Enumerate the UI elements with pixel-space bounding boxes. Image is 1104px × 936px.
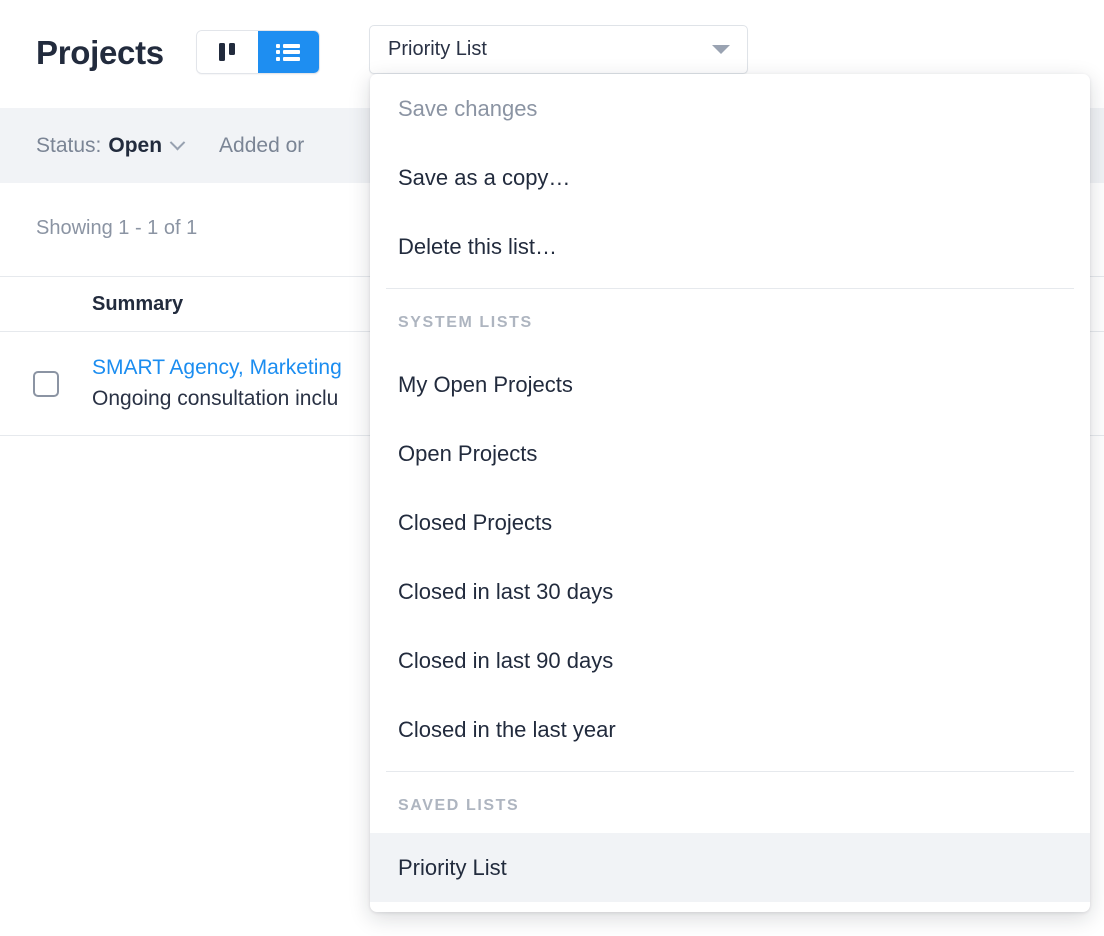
menu-item-open-projects[interactable]: Open Projects [370,419,1090,488]
menu-item-my-open-projects-label: My Open Projects [398,371,573,397]
menu-divider [386,288,1074,289]
menu-item-priority-list[interactable]: Priority List [370,833,1090,902]
menu-item-closed-last-30-days[interactable]: Closed in last 30 days [370,557,1090,626]
filter-added-on-label: Added or [219,133,305,157]
menu-item-priority-list-label: Priority List [398,854,507,880]
row-checkbox-cell [0,370,92,397]
menu-item-save-as-copy[interactable]: Save as a copy… [370,143,1090,212]
projects-page: Projects Priority List Status: Open Adde… [0,0,1104,936]
menu-item-closed-last-90-days[interactable]: Closed in last 90 days [370,626,1090,695]
filter-status[interactable]: Status: Open [36,133,186,158]
board-view-icon [219,43,236,61]
list-view-icon [276,43,301,61]
saved-list-dropdown-menu: Save changes Save as a copy… Delete this… [370,74,1090,912]
view-toggle-group [195,30,320,74]
results-count: Showing 1 - 1 of 1 [36,217,198,239]
menu-item-open-projects-label: Open Projects [398,440,538,466]
menu-item-my-open-projects[interactable]: My Open Projects [370,350,1090,419]
filter-status-value: Open [108,133,163,157]
page-title: Projects [36,33,164,71]
saved-list-selector[interactable]: Priority List [369,25,748,74]
board-view-button[interactable] [196,31,258,73]
menu-item-save-changes-label: Save changes [398,95,538,121]
menu-item-closed-projects-label: Closed Projects [398,509,553,535]
menu-group-system-lists: SYSTEM LISTS [398,314,533,331]
menu-item-closed-last-90-days-label: Closed in last 90 days [398,647,614,673]
menu-group-saved-lists: SAVED LISTS [398,797,520,814]
menu-item-closed-projects[interactable]: Closed Projects [370,488,1090,557]
saved-list-selector-value: Priority List [388,38,487,60]
menu-item-closed-last-year[interactable]: Closed in the last year [370,695,1090,764]
menu-item-closed-last-30-days-label: Closed in last 30 days [398,578,614,604]
filter-added-on[interactable]: Added or [219,134,304,158]
row-checkbox[interactable] [33,370,59,397]
chevron-down-icon [712,45,730,54]
filter-status-label: Status: [36,133,102,157]
chevron-down-icon [169,134,186,151]
menu-item-delete-list[interactable]: Delete this list… [370,212,1090,281]
menu-divider [386,771,1074,772]
menu-item-closed-last-year-label: Closed in the last year [398,716,616,742]
menu-item-save-as-copy-label: Save as a copy… [398,164,571,190]
menu-item-save-changes: Save changes [370,74,1090,143]
menu-item-delete-list-label: Delete this list… [398,233,557,259]
list-view-button[interactable] [257,31,319,73]
